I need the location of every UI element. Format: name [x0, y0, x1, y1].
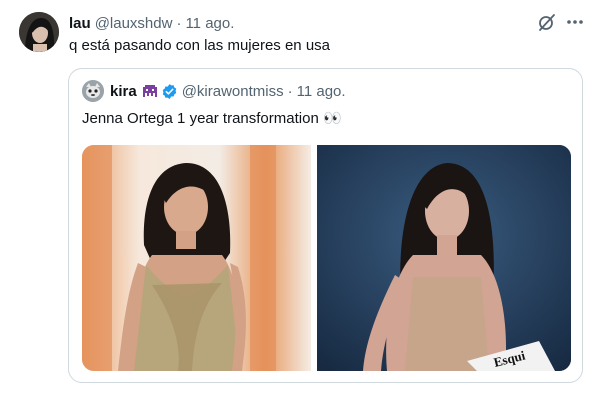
separator-dot: · — [176, 14, 182, 32]
quoted-photo-2[interactable]: Esqui — [317, 145, 571, 371]
avatar-image — [19, 12, 59, 52]
quoted-photo-1[interactable] — [82, 145, 311, 371]
quoted-header: kira @kirawontmiss · 11 ago. — [82, 80, 346, 102]
quoted-date[interactable]: 11 ago. — [297, 83, 346, 100]
grok-icon[interactable] — [537, 12, 557, 32]
quoted-author-name[interactable]: kira — [110, 83, 137, 100]
photo-interview: Esqui — [317, 145, 571, 371]
photo-red-carpet — [82, 145, 311, 371]
author-avatar[interactable] — [19, 12, 59, 52]
alien-emoji-icon — [142, 83, 158, 99]
author-handle[interactable]: @lauxshdw — [95, 15, 173, 32]
tweet[interactable]: lau @lauxshdw · 11 ago. q está pasando c… — [0, 0, 589, 395]
author-name[interactable]: lau — [69, 15, 91, 32]
separator-dot: · — [287, 82, 293, 100]
more-icon[interactable] — [565, 12, 585, 32]
quoted-author-handle[interactable]: @kirawontmiss — [182, 83, 284, 100]
quoted-author-avatar[interactable] — [82, 80, 104, 102]
quoted-text: Jenna Ortega 1 year transformation 👀 — [82, 110, 342, 127]
tweet-header: lau @lauxshdw · 11 ago. — [69, 14, 234, 32]
quoted-tweet[interactable]: kira @kirawontmiss · 11 ago. Jenna Orteg… — [68, 68, 583, 383]
verified-badge-icon — [161, 83, 178, 100]
tweet-date[interactable]: 11 ago. — [185, 15, 234, 32]
tweet-text: q está pasando con las mujeres en usa — [69, 37, 330, 54]
